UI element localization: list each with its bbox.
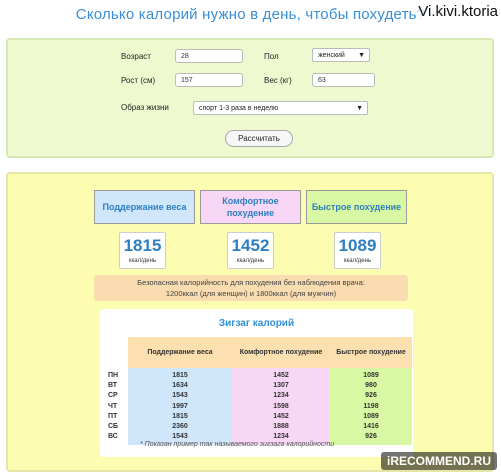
comfort-unit: ккал/день xyxy=(236,258,265,264)
header-comfort: Комфортное похудение xyxy=(232,337,330,368)
lifestyle-label: Образ жизни xyxy=(121,103,169,112)
header-maintain: Поддержание веса xyxy=(128,337,232,368)
watermark-author: Vi.kivi.ktoria xyxy=(418,3,498,20)
watermark-site: iRECOMMEND.RU xyxy=(381,452,497,470)
zigzag-table: Поддержание веса 1815 1634 1543 1997 1815 236… xyxy=(108,337,412,445)
lifestyle-select[interactable]: спорт 1-3 раза в неделю ▼ xyxy=(193,101,368,115)
table-cell: 1598 xyxy=(273,402,289,410)
age-label: Возраст xyxy=(121,52,151,61)
table-cell: 1089 xyxy=(363,372,379,379)
category-comfort-label: Комфортное похудение xyxy=(222,196,279,218)
lifestyle-select-value: спорт 1-3 раза в неделю xyxy=(199,105,279,112)
day-label: СБ xyxy=(108,423,119,430)
maintain-unit: ккал/день xyxy=(128,258,157,264)
sex-label: Пол xyxy=(264,52,279,61)
fast-calories: 1089 ккал/день xyxy=(334,232,381,269)
height-input[interactable]: 157 xyxy=(175,73,243,87)
day-label: СР xyxy=(108,392,118,400)
table-cell: 1089 xyxy=(363,412,379,420)
table-cell: 926 xyxy=(365,433,377,441)
fast-value: 1089 xyxy=(338,236,377,255)
weight-input[interactable]: 63 xyxy=(312,73,375,87)
note-line-2: 1200ккал (для женщин) и 1800ккал (для му… xyxy=(165,289,337,298)
results-panel: Поддержание веса Комфортное похудение Бы… xyxy=(6,172,494,472)
category-maintain-label: Поддержание веса xyxy=(102,202,187,212)
table-cell: 1452 xyxy=(273,412,289,420)
column-maintain: Поддержание веса 1815 1634 1543 1997 1815 236… xyxy=(128,337,232,445)
maintain-calories: 1815 ккал/день xyxy=(119,232,166,269)
age-input[interactable]: 28 xyxy=(175,49,243,63)
day-label: ПТ xyxy=(108,412,118,420)
table-cell: 1234 xyxy=(273,433,289,441)
table-cell: 1997 xyxy=(172,402,188,410)
category-maintain: Поддержание веса xyxy=(94,190,195,224)
table-cell: 1416 xyxy=(363,423,379,430)
weight-label: Вес (кг) xyxy=(264,76,292,85)
calculate-button[interactable]: Рассчитать xyxy=(225,130,293,147)
safe-calories-note: Безопасная калорийность для похудения бе… xyxy=(94,275,408,301)
zigzag-footnote: * Показан пример так называемого зигзага… xyxy=(140,441,335,448)
height-label: Рост (см) xyxy=(121,76,156,85)
table-cell: 1815 xyxy=(172,372,188,379)
column-comfort: Комфортное похудение 1452 1307 1234 1598 145… xyxy=(232,337,330,445)
sex-select-value: женский xyxy=(318,52,345,59)
calculator-form: Возраст 28 Пол женский ▼ Рост (см) 157 В… xyxy=(6,38,494,158)
table-cell: 1815 xyxy=(172,412,188,420)
table-cell: 1452 xyxy=(273,372,289,379)
zigzag-title: Зигзаг калорий xyxy=(218,318,295,329)
category-fast-label: Быстрое похудение xyxy=(311,202,402,212)
table-cell: 1543 xyxy=(172,392,188,400)
fast-unit: ккал/день xyxy=(343,258,372,264)
comfort-value: 1452 xyxy=(231,236,270,255)
category-fast: Быстрое похудение xyxy=(306,190,407,224)
zigzag-card: Зигзаг калорий Поддержание веса 1815 1634… xyxy=(100,309,413,457)
table-cell: 1234 xyxy=(273,392,289,400)
table-cell: 1634 xyxy=(172,382,188,390)
chevron-down-icon: ▼ xyxy=(356,105,363,112)
table-cell: 1543 xyxy=(172,433,188,441)
header-fast: Быстрое похудение xyxy=(330,337,412,368)
comfort-calories: 1452 ккал/день xyxy=(227,232,274,269)
table-cell: 926 xyxy=(365,392,377,400)
chevron-down-icon: ▼ xyxy=(358,52,365,59)
day-label: ПН xyxy=(108,372,119,379)
table-cell: 1198 xyxy=(363,402,379,410)
table-cell: 1307 xyxy=(273,382,289,390)
column-fast: Быстрое похудение 1089 980 926 1198 1089 1416… xyxy=(330,337,412,445)
category-comfort: Комфортное похудение xyxy=(200,190,301,224)
sex-select[interactable]: женский ▼ xyxy=(312,48,370,62)
maintain-value: 1815 xyxy=(123,236,162,255)
table-cell: 980 xyxy=(365,382,377,390)
day-label: ВС xyxy=(108,433,118,441)
table-cell: 1888 xyxy=(273,423,289,430)
note-line-1: Безопасная калорийность для похудения бе… xyxy=(137,278,365,287)
day-label: ЧТ xyxy=(108,402,118,410)
table-cell: 2360 xyxy=(172,423,188,430)
day-label: ВТ xyxy=(108,382,118,390)
